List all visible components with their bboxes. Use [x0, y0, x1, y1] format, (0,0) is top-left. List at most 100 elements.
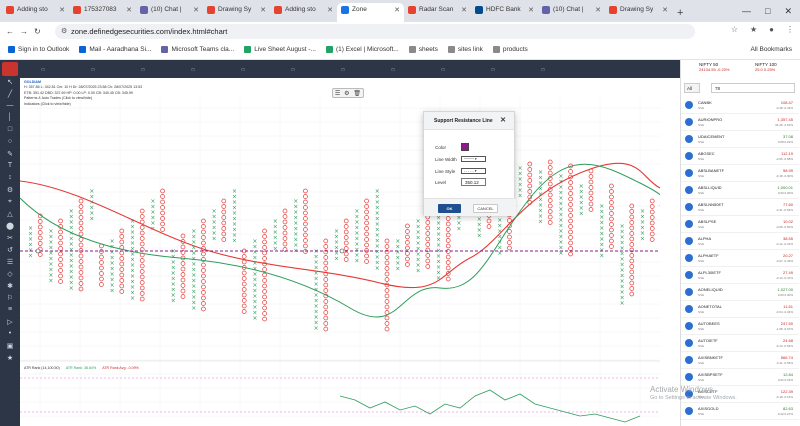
top-nav-item[interactable]: □: [68, 67, 118, 72]
drawing-tool-icon[interactable]: •: [0, 330, 20, 342]
watchlist-item[interactable]: AXISBPSETF NSE 12.84 0.02 0.16%: [681, 369, 799, 386]
watchlist-item[interactable]: ABSLBANETF NSE 58.99 -0.18 -0.30%: [681, 165, 799, 182]
bookmark-star-icon[interactable]: ☆: [731, 25, 738, 34]
browser-tab[interactable]: Adding sto ✕: [2, 3, 69, 22]
color-swatch[interactable]: [461, 143, 469, 151]
drawing-tool-icon[interactable]: │: [0, 114, 20, 126]
watchlist-item[interactable]: AONELIQUID NSE 1,027.00 0.00 0.00%: [681, 284, 799, 301]
top-nav-item[interactable]: □: [318, 67, 368, 72]
all-bookmarks[interactable]: All Bookmarks: [750, 46, 792, 53]
line-width-select[interactable]: ──── ▾: [461, 156, 486, 162]
forward-icon[interactable]: →: [20, 27, 28, 36]
nifty100-ticker[interactable]: NIFTY 100 25.0 0.25%: [755, 62, 777, 72]
watchlist-item[interactable]: AUTOIETF NSE 24.68 -0.13 -0.52%: [681, 335, 799, 352]
ok-button[interactable]: OK: [438, 204, 461, 213]
tab-close-icon[interactable]: ✕: [193, 6, 199, 14]
tab-close-icon[interactable]: ✕: [528, 6, 534, 14]
drawing-tool-icon[interactable]: ○: [0, 138, 20, 150]
top-nav-item[interactable]: □: [218, 67, 268, 72]
tab-close-icon[interactable]: ✕: [461, 6, 467, 14]
drawing-tool-icon[interactable]: ↺: [0, 246, 20, 258]
site-info-icon[interactable]: ⚙: [61, 27, 67, 35]
reload-icon[interactable]: ↻: [34, 27, 41, 36]
watchlist-filter-select[interactable]: All: [684, 83, 700, 93]
tab-close-icon[interactable]: ✕: [394, 6, 400, 14]
nifty50-ticker[interactable]: NIFTY 50 24134.55 -0.20%: [699, 62, 729, 72]
tab-close-icon[interactable]: ✕: [327, 6, 333, 14]
browser-tab[interactable]: Zone ✕: [337, 3, 404, 22]
drawing-tool-icon[interactable]: ▣: [0, 342, 20, 354]
drawing-tool-icon[interactable]: ▷: [0, 318, 20, 330]
watchlist-item[interactable]: ABSLLIQUID NSE 1,000.01 0.00 0.00%: [681, 182, 799, 199]
bookmark-item[interactable]: Microsoft Teams cla...: [161, 46, 234, 53]
drawing-tool-icon[interactable]: △: [0, 210, 20, 222]
watchlist-search-input[interactable]: 78: [711, 83, 795, 93]
bookmark-item[interactable]: Sign in to Outlook: [8, 46, 69, 53]
drawing-tool-icon[interactable]: □: [0, 126, 20, 138]
drawing-tool-icon[interactable]: ☰: [0, 258, 20, 270]
browser-tab[interactable]: Adding sto ✕: [270, 3, 337, 22]
back-icon[interactable]: ←: [6, 27, 14, 36]
watchlist-item[interactable]: CANBK NSE 108.47 -0.48 -0.44%: [681, 97, 799, 114]
drawing-tool-icon[interactable]: ↕: [0, 174, 20, 186]
drawing-tool-icon[interactable]: ⚐: [0, 294, 20, 306]
url-input[interactable]: ⚙ zone.definedgesecurities.com/index.htm…: [55, 24, 695, 39]
dialog-close-icon[interactable]: ✕: [500, 116, 506, 124]
watchlist-item[interactable]: AURIONPRO NSE 1,357.45 34.45 -2.51%: [681, 114, 799, 131]
browser-tab[interactable]: Drawing Sy ✕: [203, 3, 270, 22]
watchlist-item[interactable]: ALPL30IETF NSE 27.49 -0.13 -0.47%: [681, 267, 799, 284]
browser-tab[interactable]: Radar Scan ✕: [404, 3, 471, 22]
top-nav-item[interactable]: □: [18, 67, 68, 72]
drawing-tool-icon[interactable]: ―: [0, 102, 20, 114]
watchlist-item[interactable]: ALPHAETF NSE 20.27 -0.07 -0.34%: [681, 250, 799, 267]
profile-icon[interactable]: ●: [769, 25, 774, 34]
drawing-tool-icon[interactable]: ◇: [0, 270, 20, 282]
watchlist-item[interactable]: AONETOTAL NSE 11.61 -0.04 -0.34%: [681, 301, 799, 318]
line-style-select[interactable]: - - - - - ▾: [461, 168, 486, 174]
maximize-icon[interactable]: □: [765, 6, 770, 16]
close-icon[interactable]: ✕: [784, 6, 792, 17]
watchlist-item[interactable]: AXISBNKETF NSE 566.74 -3.11 -0.55%: [681, 352, 799, 369]
drawing-tool-icon[interactable]: ✎: [0, 150, 20, 162]
watchlist-item[interactable]: ABGSEC NSE 112.19 -0.65 -0.58%: [681, 148, 799, 165]
tab-close-icon[interactable]: ✕: [59, 6, 65, 14]
drawing-tool-icon[interactable]: ✱: [0, 282, 20, 294]
top-nav-item[interactable]: □: [518, 67, 568, 72]
watchlist-item[interactable]: ALPHA NSE 38.55 -0.12 -0.31%: [681, 233, 799, 250]
menu-icon[interactable]: ⋮: [786, 25, 794, 34]
watchlist-item[interactable]: UDAICEMENT NSE 37.08 0.08 0.22%: [681, 131, 799, 148]
tab-close-icon[interactable]: ✕: [595, 6, 601, 14]
drawing-tool-icon[interactable]: ↖: [0, 78, 20, 90]
drawing-tool-icon[interactable]: ╱: [0, 90, 20, 102]
browser-tab[interactable]: 175327083 ✕: [69, 3, 136, 22]
bookmark-item[interactable]: (1) Excel | Microsoft...: [326, 46, 399, 53]
browser-tab[interactable]: Drawing Sy ✕: [605, 3, 672, 22]
drawing-tool-icon[interactable]: ⬤: [0, 222, 20, 234]
drawing-tool-icon[interactable]: T: [0, 162, 20, 174]
drawing-tool-icon[interactable]: ★: [0, 354, 20, 366]
bookmark-item[interactable]: Mail - Aaradhana Si...: [79, 46, 151, 53]
zone-logo[interactable]: [2, 62, 18, 76]
top-nav-item[interactable]: □: [468, 67, 518, 72]
watchlist-item[interactable]: ABSLNN50ET NSE 77.60 -0.41 -0.52%: [681, 199, 799, 216]
bookmark-item[interactable]: Live Sheet August -...: [244, 46, 316, 53]
level-input[interactable]: 350.12: [461, 178, 486, 186]
tab-close-icon[interactable]: ✕: [662, 6, 668, 14]
cancel-button[interactable]: CANCEL: [473, 204, 498, 213]
watchlist-item[interactable]: AUTOBEES NSE 247.50 -1.68 -0.67%: [681, 318, 799, 335]
browser-tab[interactable]: HDFC Bank ✕: [471, 3, 538, 22]
top-nav-item[interactable]: □: [368, 67, 418, 72]
watchlist-item[interactable]: AXISGOLD NSE 82.63 0.22 0.27%: [681, 403, 799, 420]
drawing-tool-icon[interactable]: ≡: [0, 306, 20, 318]
chart-area[interactable]: GOLDIAM H: 357.86 L: 342.81 Cm: 10 H Dr:…: [20, 78, 680, 426]
top-nav-item[interactable]: □: [168, 67, 218, 72]
bookmark-item[interactable]: products: [492, 46, 528, 53]
top-nav-item[interactable]: □: [268, 67, 318, 72]
browser-tab[interactable]: (10) Chat | ✕: [136, 3, 203, 22]
bookmark-item[interactable]: sheets: [408, 46, 438, 53]
drawing-tool-icon[interactable]: ✂: [0, 234, 20, 246]
bookmark-item[interactable]: sites link: [447, 46, 483, 53]
drawing-tool-icon[interactable]: ⌖: [0, 198, 20, 210]
drawing-tool-icon[interactable]: ⚙: [0, 186, 20, 198]
browser-tab[interactable]: (10) Chat | ✕: [538, 3, 605, 22]
